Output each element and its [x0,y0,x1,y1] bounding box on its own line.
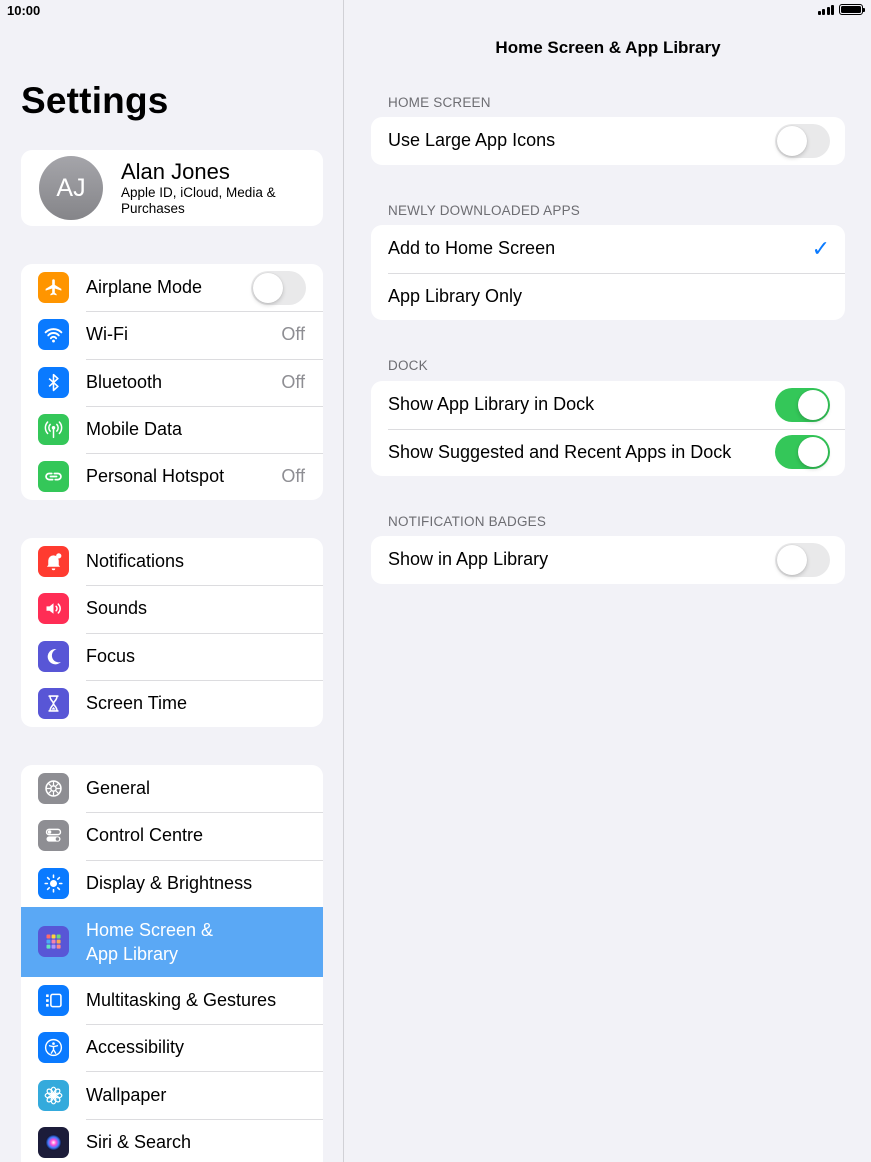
sidebar-item-personal-hotspot[interactable]: Personal Hotspot Off [21,453,323,500]
sidebar-item-wi-fi[interactable]: Wi-Fi Off [21,311,323,358]
accessibility-icon [38,1032,69,1064]
sidebar-item-mobile-data[interactable]: Mobile Data [21,405,323,453]
sidebar-item-label: Notifications [86,551,185,572]
general-group: General Control Centre Display & Brightnes… [21,765,323,1162]
row-label: App Library Only [388,285,523,306]
sidebar-item-label: General [86,778,151,799]
sidebar-item-label: Control Centre [86,825,204,846]
sidebar-item-wallpaper[interactable]: Wallpaper [21,1071,323,1118]
profile-name: Alan Jones [121,159,230,184]
section-header-newly-downloaded: NEWLY DOWNLOADED APPS [388,203,580,218]
bell-icon [38,546,69,578]
airplane-icon [38,272,69,304]
show-suggested-apps-in-dock-toggle[interactable] [775,435,830,470]
sidebar-item-label: Siri & Search [86,1131,192,1152]
sidebar-item-focus[interactable]: Focus [21,632,323,680]
detail-pane: Home Screen & App Library HOME SCREEN Us… [345,0,871,1162]
row-label: Show App Library in Dock [388,394,595,415]
hotspot-icon [38,461,69,493]
show-app-library-in-dock-row[interactable]: Show App Library in Dock [371,381,845,429]
sidebar-item-label: Multitasking & Gestures [86,990,277,1011]
show-in-app-library-toggle[interactable] [775,542,830,577]
notifications-group: Notifications Sounds Focus Screen Time [21,538,323,728]
row-label: Show Suggested and Recent Apps in Dock [388,441,732,462]
sidebar-item-value: Off [281,324,305,345]
row-label: Show in App Library [388,549,549,570]
antenna-icon [38,414,69,446]
sun-icon [38,867,69,899]
hourglass-icon [38,688,69,720]
notification-badges-group: Show in App Library [371,536,845,584]
add-to-home-screen-option[interactable]: Add to Home Screen ✓ [371,225,845,273]
sidebar-item-label: Airplane Mode [86,277,203,298]
connectivity-group: Airplane Mode Wi-Fi Off Bluetooth Off Mobile … [21,264,323,501]
sidebar-item-label: Sounds [86,598,148,619]
show-in-app-library-row[interactable]: Show in App Library [371,536,845,584]
wifi-icon [38,319,69,351]
sidebar-item-label: Accessibility [86,1037,185,1058]
newly-downloaded-group: Add to Home Screen ✓ App Library Only [371,225,845,320]
bluetooth-icon [38,366,69,398]
sidebar-item-label: Personal Hotspot [86,466,225,487]
app-library-only-option[interactable]: App Library Only [371,272,845,321]
app-grid-icon [38,926,69,958]
sidebar-item-label: Screen Time [86,693,188,714]
settings-sidebar: Settings AJ Alan Jones Apple ID, iCloud,… [0,0,344,1162]
siri-icon [38,1126,69,1158]
use-large-app-icons-toggle[interactable] [775,123,830,158]
sidebar-item-bluetooth[interactable]: Bluetooth Off [21,358,323,406]
moon-icon [38,640,69,672]
sidebar-item-label: Home Screen & App Library [86,919,214,964]
page-title: Home Screen & App Library [495,38,721,57]
dock-group: Show App Library in Dock Show Suggested … [371,381,845,476]
avatar: AJ [39,156,103,220]
sidebar-item-label: Mobile Data [86,419,183,440]
use-large-app-icons-row[interactable]: Use Large App Icons [371,117,845,165]
sidebar-item-display-brightness[interactable]: Display & Brightness [21,859,323,907]
row-label: Add to Home Screen [388,238,556,259]
sidebar-title: Settings [21,80,169,121]
section-header-dock: DOCK [388,358,428,373]
sidebar-item-notifications[interactable]: Notifications [21,538,323,585]
airplane-mode-toggle[interactable] [251,270,306,305]
profile-subtitle: Apple ID, iCloud, Media & Purchases [121,185,276,216]
sidebar-item-sounds[interactable]: Sounds [21,585,323,632]
sidebar-item-screen-time[interactable]: Screen Time [21,679,323,727]
sidebar-item-control-centre[interactable]: Control Centre [21,812,323,859]
row-label: Use Large App Icons [388,130,556,151]
sidebar-item-label: Focus [86,645,136,666]
sidebar-item-general[interactable]: General [21,765,323,812]
show-app-library-in-dock-toggle[interactable] [775,387,830,422]
profile-card[interactable]: AJ Alan Jones Apple ID, iCloud, Media & … [21,150,323,226]
sidebar-item-label: Wallpaper [86,1084,167,1105]
flower-icon [38,1079,69,1111]
section-header-notification-badges: NOTIFICATION BADGES [388,514,547,529]
sidebar-item-value: Off [281,371,305,392]
show-suggested-apps-in-dock-row[interactable]: Show Suggested and Recent Apps in Dock [371,428,845,477]
sidebar-item-value: Off [281,466,305,487]
sidebar-item-airplane-mode[interactable]: Airplane Mode [21,264,323,311]
speaker-icon [38,593,69,625]
sidebar-item-accessibility[interactable]: Accessibility [21,1024,323,1071]
switches-icon [38,820,69,852]
sidebar-item-multitasking-gestures[interactable]: Multitasking & Gestures [21,977,323,1024]
sidebar-item-label: Bluetooth [86,371,163,392]
gear-icon [38,773,69,805]
sidebar-item-siri-search[interactable]: Siri & Search [21,1118,323,1162]
checkmark-icon: ✓ [811,235,830,261]
home-screen-group: Use Large App Icons [371,117,845,165]
sidebar-item-label: Wi-Fi [86,324,128,345]
multitasking-icon [38,985,69,1017]
sidebar-item-label: Display & Brightness [86,872,253,893]
section-header-home-screen: HOME SCREEN [388,95,491,110]
sidebar-item-home-screen-app-library[interactable]: Home Screen & App Library [21,906,323,977]
